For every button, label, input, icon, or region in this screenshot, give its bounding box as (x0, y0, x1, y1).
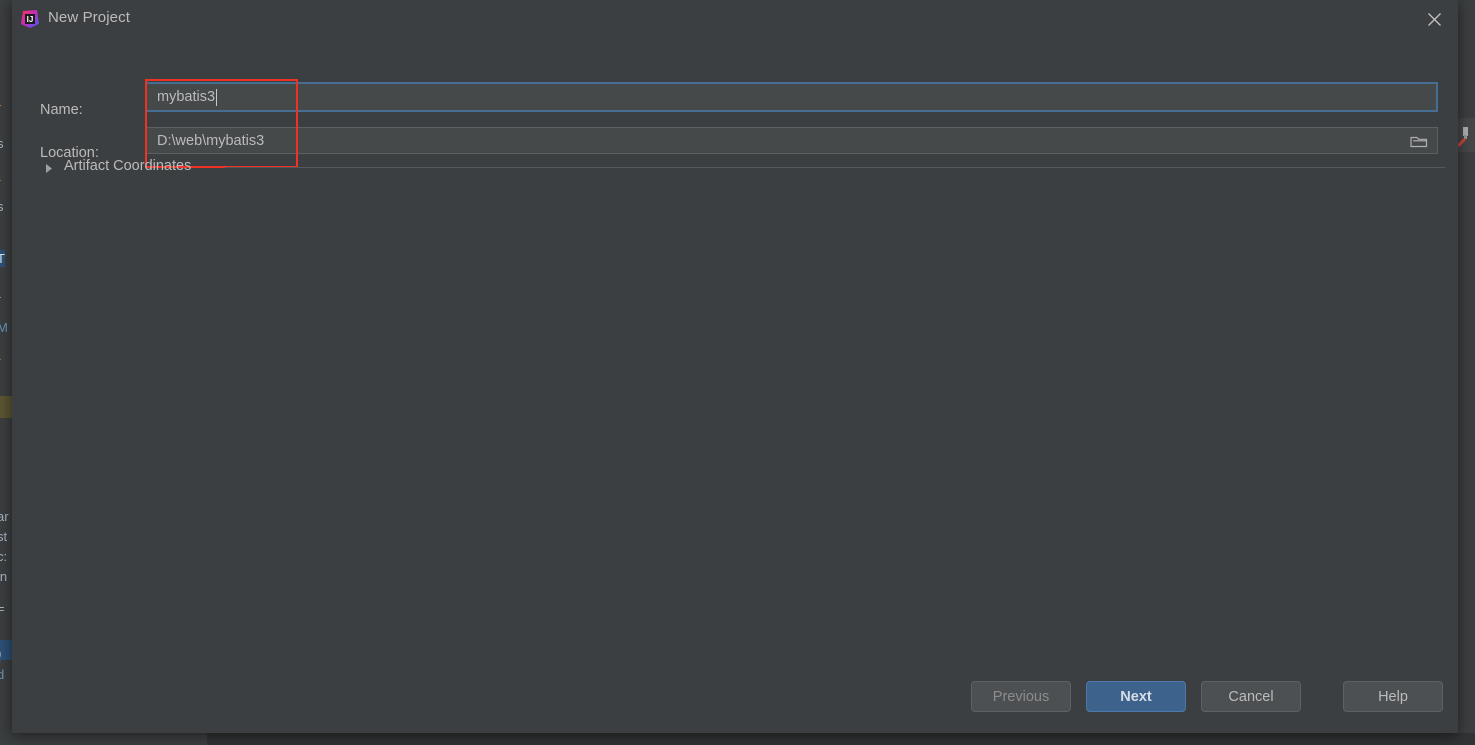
ide-text-fragment: - (0, 351, 1, 366)
ide-status-bar-right (207, 733, 1475, 745)
artifact-coordinates-section[interactable]: Artifact Coordinates (12, 156, 1458, 180)
location-input[interactable]: D:\web\mybatis3 (146, 127, 1438, 154)
previous-button[interactable]: Previous (971, 681, 1071, 712)
next-button[interactable]: Next (1086, 681, 1186, 712)
ide-text-fragment: s (0, 199, 4, 214)
ide-text-fragment: - (0, 289, 1, 304)
location-input-value: D:\web\mybatis3 (157, 132, 265, 149)
ide-text-fragment: c: (0, 549, 8, 564)
ide-text-fragment: ) (0, 645, 2, 662)
ide-text-fragment: r (0, 100, 1, 115)
name-label: Name: (40, 102, 83, 118)
folder-icon[interactable] (1402, 129, 1436, 153)
name-input-value: mybatis3 (157, 89, 216, 105)
help-button[interactable]: Help (1343, 681, 1443, 712)
cancel-button[interactable]: Cancel (1201, 681, 1301, 712)
chevron-right-icon[interactable] (45, 161, 57, 175)
ide-text-fragment: - (0, 172, 1, 187)
ide-status-bar-left (0, 733, 207, 745)
ide-text-fragment: st (0, 529, 8, 544)
ide-text-fragment: M (0, 320, 8, 335)
name-input[interactable]: mybatis3 (145, 82, 1438, 112)
ide-text-fragment: in (0, 569, 8, 584)
dialog-title: New Project (48, 9, 130, 26)
svg-text:IJ: IJ (27, 15, 34, 24)
ide-text-fragment: ar (0, 509, 9, 524)
close-icon[interactable] (1410, 0, 1458, 38)
screen-root: r s - s T - M - ar st c: in = ) d (0, 0, 1475, 745)
ide-text-fragment: T (0, 250, 5, 267)
artifact-coordinates-label: Artifact Coordinates (64, 158, 192, 174)
section-divider (225, 167, 1445, 168)
dialog-footer: Previous Next Cancel Help (12, 671, 1458, 733)
new-project-dialog: IJ New Project Name: mybatis3 Location: … (12, 0, 1458, 733)
ide-text-fragment: d (0, 667, 5, 682)
dialog-titlebar: IJ New Project (12, 0, 1458, 38)
ide-text-fragment: s (0, 136, 4, 151)
ide-text-fragment: = (0, 601, 5, 616)
text-caret (216, 88, 218, 106)
intellij-idea-logo-icon: IJ (20, 9, 40, 29)
